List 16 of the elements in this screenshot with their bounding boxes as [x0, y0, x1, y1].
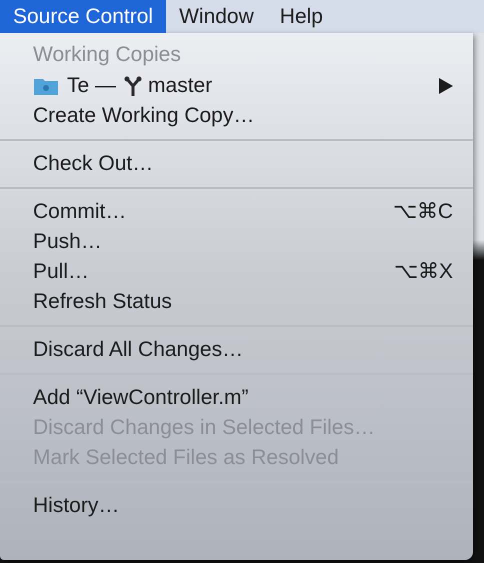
menu-item[interactable]: Add “ViewController.m” [0, 383, 473, 413]
menu-item[interactable]: Push… [0, 227, 473, 257]
menu-item[interactable]: History… [0, 491, 473, 521]
menu-item[interactable]: Discard All Changes… [0, 335, 473, 365]
menu-section-header: Working Copies [32, 42, 182, 68]
menu-item[interactable]: Commit… ⌥⌘C [0, 197, 473, 227]
folder-icon [33, 76, 59, 96]
branch-icon [124, 75, 142, 97]
menu-bar-item[interactable]: Window [166, 0, 267, 33]
menu-item[interactable]: Pull… ⌥⌘X [0, 257, 473, 287]
menu-item[interactable]: Refresh Status [0, 287, 473, 317]
menu-bar-item[interactable]: Source Control [0, 0, 166, 33]
menu-bar-item[interactable]: Help [266, 0, 336, 33]
menu-item[interactable]: Te — master [0, 71, 473, 101]
menu-item[interactable]: Check Out… [0, 149, 473, 179]
menu-item[interactable]: Create Working Copy… [0, 101, 473, 131]
